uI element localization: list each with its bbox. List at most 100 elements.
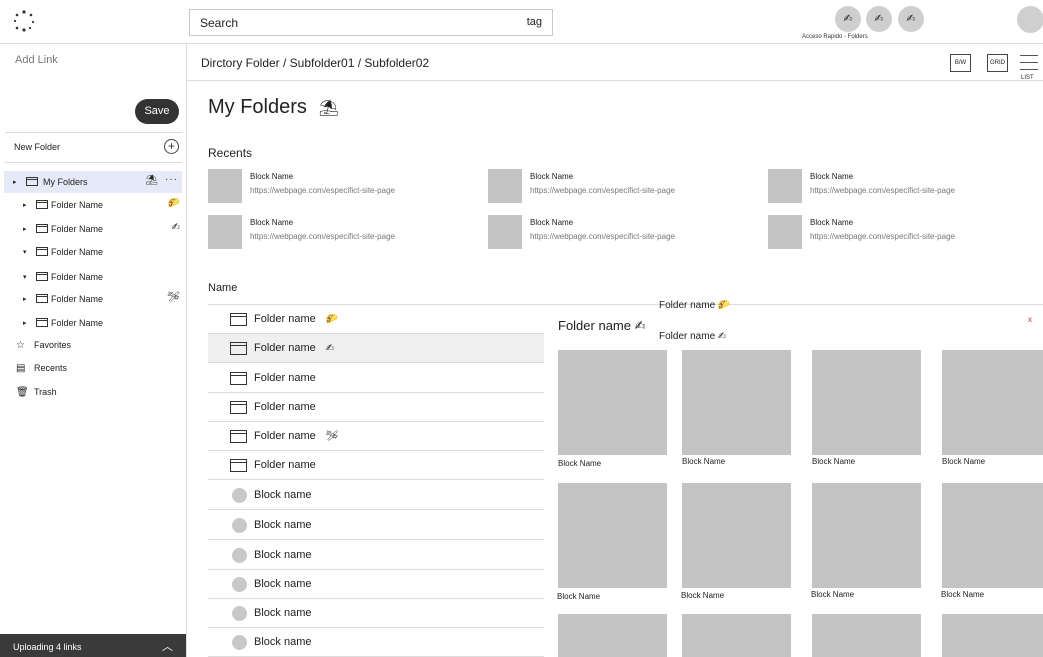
recent-item[interactable]: Block Name https://webpage.com/especifict… (768, 215, 1028, 249)
sidebar-tree-item[interactable]: ▾ Folder Name (4, 266, 182, 288)
folder-icon (230, 342, 247, 355)
search-tag[interactable]: tag (527, 16, 542, 28)
block-card-thumbnail[interactable] (812, 614, 921, 657)
folder-emoji-icon: ✍ (325, 343, 335, 354)
more-options-icon[interactable]: ··· (165, 174, 178, 185)
list-item-name: Folder name (254, 459, 316, 471)
recent-item[interactable]: Block Name https://webpage.com/especifict… (768, 169, 1028, 203)
dragged-folder-label[interactable]: Folder name ✍ (659, 331, 726, 342)
recent-item[interactable]: Block Name https://webpage.com/especifict… (488, 215, 748, 249)
recent-block-name: Block Name (530, 218, 574, 227)
list-item-label: Block name (254, 549, 311, 561)
list-item-name: Block name (254, 519, 312, 531)
block-row[interactable]: Block name (208, 628, 544, 657)
bw-toggle-button[interactable]: B/W (950, 54, 971, 72)
folder-row[interactable]: Folder name (208, 364, 544, 393)
folder-row[interactable]: Folder name (208, 393, 544, 422)
trash-icon: 🗑 (16, 387, 29, 398)
block-card-thumbnail[interactable] (942, 483, 1043, 588)
block-icon (232, 606, 247, 621)
block-card-thumbnail[interactable] (682, 483, 791, 588)
recent-block-name: Block Name (250, 218, 294, 227)
sidebar-tree-label: Folder Name (51, 294, 104, 304)
sidebar-tree-label: Folder Name (51, 200, 104, 210)
block-card-thumbnail[interactable] (812, 483, 921, 588)
block-row[interactable]: Block name (208, 511, 544, 540)
block-card-thumbnail[interactable] (558, 350, 667, 455)
recent-item[interactable]: Block Name https://webpage.com/especifict… (208, 169, 468, 203)
dragged-folder-label[interactable]: Folder name 🌮 (659, 300, 730, 311)
name-column-header[interactable]: Name (208, 282, 237, 294)
caret-icon[interactable]: ▸ (23, 225, 27, 233)
close-icon[interactable]: x (1028, 315, 1032, 324)
grid-view-button[interactable]: GRID (987, 54, 1008, 72)
recent-item[interactable]: Block Name https://webpage.com/especifict… (208, 215, 468, 249)
folder-icon (36, 294, 48, 303)
search-input[interactable] (200, 16, 500, 30)
block-card-thumbnail[interactable] (942, 614, 1043, 657)
list-item-label: Block name (254, 607, 311, 619)
folder-row[interactable]: Folder name ✍ (208, 334, 544, 363)
save-button[interactable]: Save (135, 99, 179, 124)
caret-icon[interactable]: ▸ (23, 319, 27, 327)
list-item-label: Block name (254, 519, 311, 531)
sidebar-tree-item[interactable]: ▸ Folder Name ✍ (4, 218, 182, 240)
upload-status-text: Uploading 4 links (13, 642, 82, 652)
block-row[interactable]: Block name (208, 570, 544, 599)
folder-icon (36, 247, 48, 256)
folder-icon (36, 272, 48, 281)
page-title: My Folders ⛱ (208, 96, 339, 119)
block-row[interactable]: Block name (208, 541, 544, 570)
folder-emoji-icon: 🛩 (167, 292, 180, 303)
add-folder-icon[interactable]: + (164, 139, 179, 154)
sidebar-nav-label: Trash (34, 387, 57, 397)
list-item-name: Block name (254, 489, 312, 501)
caret-icon[interactable]: ▸ (23, 201, 27, 209)
caret-icon[interactable]: ▸ (23, 295, 27, 303)
chevron-up-icon[interactable]: ︿ (162, 638, 173, 654)
caret-icon[interactable]: ▾ (23, 248, 27, 256)
list-item-label: Folder name (254, 372, 316, 384)
sidebar-nav-recents[interactable]: ▤ Recents (16, 363, 67, 374)
folder-row[interactable]: Folder name 🌮 (208, 305, 544, 334)
block-card-thumbnail[interactable] (558, 483, 667, 588)
sidebar-tree-item[interactable]: ▸ Folder Name (4, 312, 182, 334)
recent-item[interactable]: Block Name https://webpage.com/especifict… (488, 169, 748, 203)
quick-access-pencil-icon[interactable]: ✍ (866, 6, 892, 32)
list-view-label: LIST (1021, 75, 1034, 81)
avatar[interactable] (1017, 6, 1043, 33)
caret-icon[interactable]: ▸ (13, 178, 17, 186)
sidebar-nav-trash[interactable]: 🗑 Trash (16, 387, 57, 398)
folder-row[interactable]: Folder name (208, 451, 544, 480)
folder-row[interactable]: Folder name 🛩 (208, 422, 544, 451)
sidebar-tree-item[interactable]: ▸ Folder Name 🛩 (4, 288, 182, 310)
recent-block-name: Block Name (530, 172, 574, 181)
list-view-button[interactable]: LIST (1019, 53, 1039, 81)
breadcrumb[interactable]: Dirctory Folder / Subfolder01 / Subfolde… (201, 56, 429, 70)
sidebar-tree-label: Folder Name (51, 224, 104, 234)
quick-access-pencil-icon[interactable]: ✍ (835, 6, 861, 32)
upload-status-bar[interactable]: Uploading 4 links ︿ (0, 634, 186, 657)
block-card-thumbnail[interactable] (682, 614, 791, 657)
caret-icon[interactable]: ▾ (23, 273, 27, 281)
quick-access-pencil-icon[interactable]: ✍ (898, 6, 924, 32)
folder-icon (230, 430, 247, 443)
block-card-thumbnail[interactable] (942, 350, 1043, 455)
folder-icon (36, 200, 48, 209)
add-link-input[interactable]: Add Link (15, 54, 58, 66)
sidebar-tree-item[interactable]: ▸ My Folders ⛱ ··· (4, 171, 182, 193)
block-card-thumbnail[interactable] (682, 350, 791, 455)
logo-icon[interactable] (12, 9, 36, 33)
block-card-label: Block Name (681, 591, 725, 600)
block-row[interactable]: Block name (208, 599, 544, 628)
recent-block-url: https://webpage.com/especifict-site-page (250, 186, 395, 195)
block-row[interactable]: Block name (208, 481, 544, 510)
sidebar-tree-item[interactable]: ▸ Folder Name 🌮 (4, 194, 182, 216)
folder-icon (230, 459, 247, 472)
block-card-label: Block Name (812, 457, 856, 466)
sidebar-nav-favorites[interactable]: ☆ Favorites (16, 340, 71, 351)
block-card-thumbnail[interactable] (558, 614, 667, 657)
sidebar-tree-item[interactable]: ▾ Folder Name (4, 241, 182, 263)
block-card-thumbnail[interactable] (812, 350, 921, 455)
search-box[interactable]: tag (189, 9, 553, 36)
